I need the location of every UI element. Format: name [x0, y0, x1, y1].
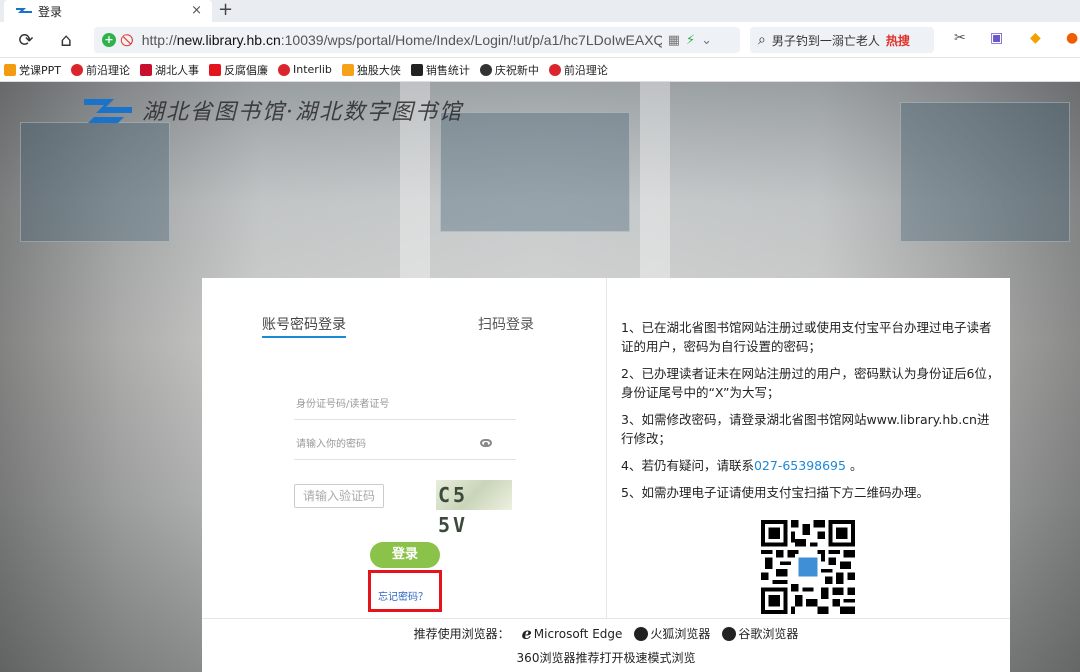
- secure-shield-icon: +: [102, 33, 116, 47]
- qr-share-icon[interactable]: ▦: [668, 33, 680, 48]
- instructions-list: 1、已在湖北省图书馆网站注册过或使用支付宝平台办理过电子读者证的用户，密码为自行…: [621, 318, 1001, 510]
- tab-title: 登录: [38, 4, 63, 19]
- background-window: [900, 102, 1070, 242]
- instructions-panel: 1、已在湖北省图书馆网站注册过或使用支付宝平台办理过电子读者证的用户，密码为自行…: [607, 278, 1010, 618]
- scissors-icon[interactable]: ✂: [954, 30, 966, 46]
- bookmark-icon: [410, 63, 423, 76]
- library-logo: 湖北省图书馆·湖北数字图书馆: [84, 94, 463, 126]
- recommend-label: 推荐使用浏览器：: [413, 627, 510, 641]
- accelerate-icon[interactable]: ⚡: [686, 33, 695, 48]
- background-window: [440, 112, 630, 232]
- bookmark-icon: [479, 63, 492, 76]
- bookmark-icon: [209, 63, 221, 76]
- bookmark-item[interactable]: 庆祝新中: [479, 62, 539, 78]
- edge-browser-link[interactable]: e Microsoft Edge: [522, 624, 623, 643]
- tab-scan-login[interactable]: 扫码登录: [478, 314, 534, 334]
- hot-search-badge: 热搜: [885, 33, 910, 48]
- extension-icon[interactable]: ●: [1066, 30, 1078, 46]
- chrome-browser-link[interactable]: 谷歌浏览器: [722, 625, 798, 642]
- bookmark-item[interactable]: 反腐倡廉: [209, 62, 268, 78]
- page-background: 湖北省图书馆·湖北数字图书馆 账号密码登录 扫码登录 身份证号码/读者证号 请输…: [0, 82, 1080, 672]
- browser-360-note: 360浏览器推荐打开极速模式浏览: [516, 651, 696, 665]
- instruction-item: 1、已在湖北省图书馆网站注册过或使用支付宝平台办理过电子读者证的用户，密码为自行…: [621, 320, 992, 354]
- url-text[interactable]: http://new.library.hb.cn:10039/wps/porta…: [142, 32, 662, 48]
- bookmark-icon: [278, 63, 290, 76]
- login-panel: 账号密码登录 扫码登录 身份证号码/读者证号 请输入你的密码 请输入验证码 C5…: [202, 278, 1010, 672]
- tab-password-login[interactable]: 账号密码登录: [262, 314, 346, 338]
- translate-icon[interactable]: ▣: [990, 30, 1003, 46]
- search-icon: ⌕: [758, 32, 766, 48]
- new-tab-button[interactable]: +: [218, 0, 233, 20]
- search-suggestion: 男子钓到一溺亡老人: [771, 33, 880, 48]
- tab-bar: 登录 × +: [0, 0, 1080, 22]
- address-bar[interactable]: + 🚫 http://new.library.hb.cn:10039/wps/p…: [94, 27, 740, 53]
- instruction-item: 2、已办理读者证未在网站注册过的用户，密码默认为身份证后6位，身份证尾号中的“X…: [621, 366, 1000, 400]
- home-icon[interactable]: ⌂: [54, 28, 78, 52]
- bookmark-icon: [548, 63, 561, 76]
- browser-tab[interactable]: 登录 ×: [4, 0, 212, 22]
- bookmark-icon: [71, 63, 83, 76]
- alipay-qr-code: [761, 520, 855, 614]
- instruction-item: 4、若仍有疑问，请联系027-65398695 。: [621, 458, 863, 473]
- reload-icon[interactable]: ⟳: [14, 28, 38, 52]
- account-input[interactable]: 身份证号码/读者证号: [294, 390, 516, 420]
- captcha-image[interactable]: C5 5V: [436, 480, 512, 537]
- search-box[interactable]: ⌕ 男子钓到一溺亡老人 热搜: [750, 27, 934, 53]
- show-password-icon[interactable]: [480, 439, 492, 447]
- forgot-password-link[interactable]: 忘记密码？: [378, 588, 428, 603]
- bookmark-icon: [140, 63, 152, 76]
- bookmark-item[interactable]: 党课PPT: [4, 62, 61, 78]
- site-favicon-icon: [16, 8, 32, 13]
- bookmark-item[interactable]: Interlib: [278, 63, 332, 76]
- browser-recommendation: 推荐使用浏览器： e Microsoft Edge 火狐浏览器 谷歌浏览器 360…: [202, 624, 1010, 666]
- edge-icon: e: [521, 624, 532, 643]
- captcha-input[interactable]: 请输入验证码: [294, 484, 384, 508]
- login-form: 账号密码登录 扫码登录 身份证号码/读者证号 请输入你的密码 请输入验证码 C5…: [202, 278, 607, 618]
- firefox-icon: [634, 626, 649, 641]
- bookmark-item[interactable]: 独股大侠: [341, 62, 401, 78]
- bookmarks-bar: 党课PPT 前沿理论 湖北人事 反腐倡廉 Interlib 独股大侠 销售统计 …: [0, 58, 1080, 82]
- instruction-item: 5、如需办理电子证请使用支付宝扫描下方二维码办理。: [621, 485, 929, 500]
- firefox-browser-link[interactable]: 火狐浏览器: [634, 625, 710, 642]
- bookmark-icon: [4, 63, 16, 76]
- login-button[interactable]: 登录: [370, 542, 440, 568]
- contact-phone[interactable]: 027-65398695: [754, 458, 846, 473]
- dropdown-chevron-icon[interactable]: ⌄: [701, 33, 712, 48]
- bookmark-icon: [341, 63, 354, 76]
- library-logo-icon: [84, 99, 132, 123]
- browser-toolbar: ⟳ ⌂ + 🚫 http://new.library.hb.cn:10039/w…: [0, 22, 1080, 58]
- footer-divider: [202, 618, 1010, 619]
- password-input[interactable]: 请输入你的密码: [294, 430, 516, 460]
- password-placeholder: 请输入你的密码: [296, 439, 366, 450]
- bookmark-item[interactable]: 前沿理论: [548, 62, 608, 78]
- instruction-item: 3、如需修改密码，请登录湖北省图书馆网站www.library.hb.cn进行修…: [621, 412, 990, 446]
- http-warning-icon: 🚫: [120, 33, 134, 47]
- tab-close-icon[interactable]: ×: [191, 3, 202, 18]
- extension-shield-icon[interactable]: ◆: [1030, 30, 1041, 46]
- background-pillar: [640, 82, 670, 282]
- background-window: [20, 122, 170, 242]
- bookmark-item[interactable]: 销售统计: [410, 62, 470, 78]
- chrome-icon: [722, 626, 737, 641]
- bookmark-item[interactable]: 前沿理论: [71, 62, 130, 78]
- bookmark-item[interactable]: 湖北人事: [140, 62, 199, 78]
- library-name: 湖北省图书馆·湖北数字图书馆: [142, 100, 463, 125]
